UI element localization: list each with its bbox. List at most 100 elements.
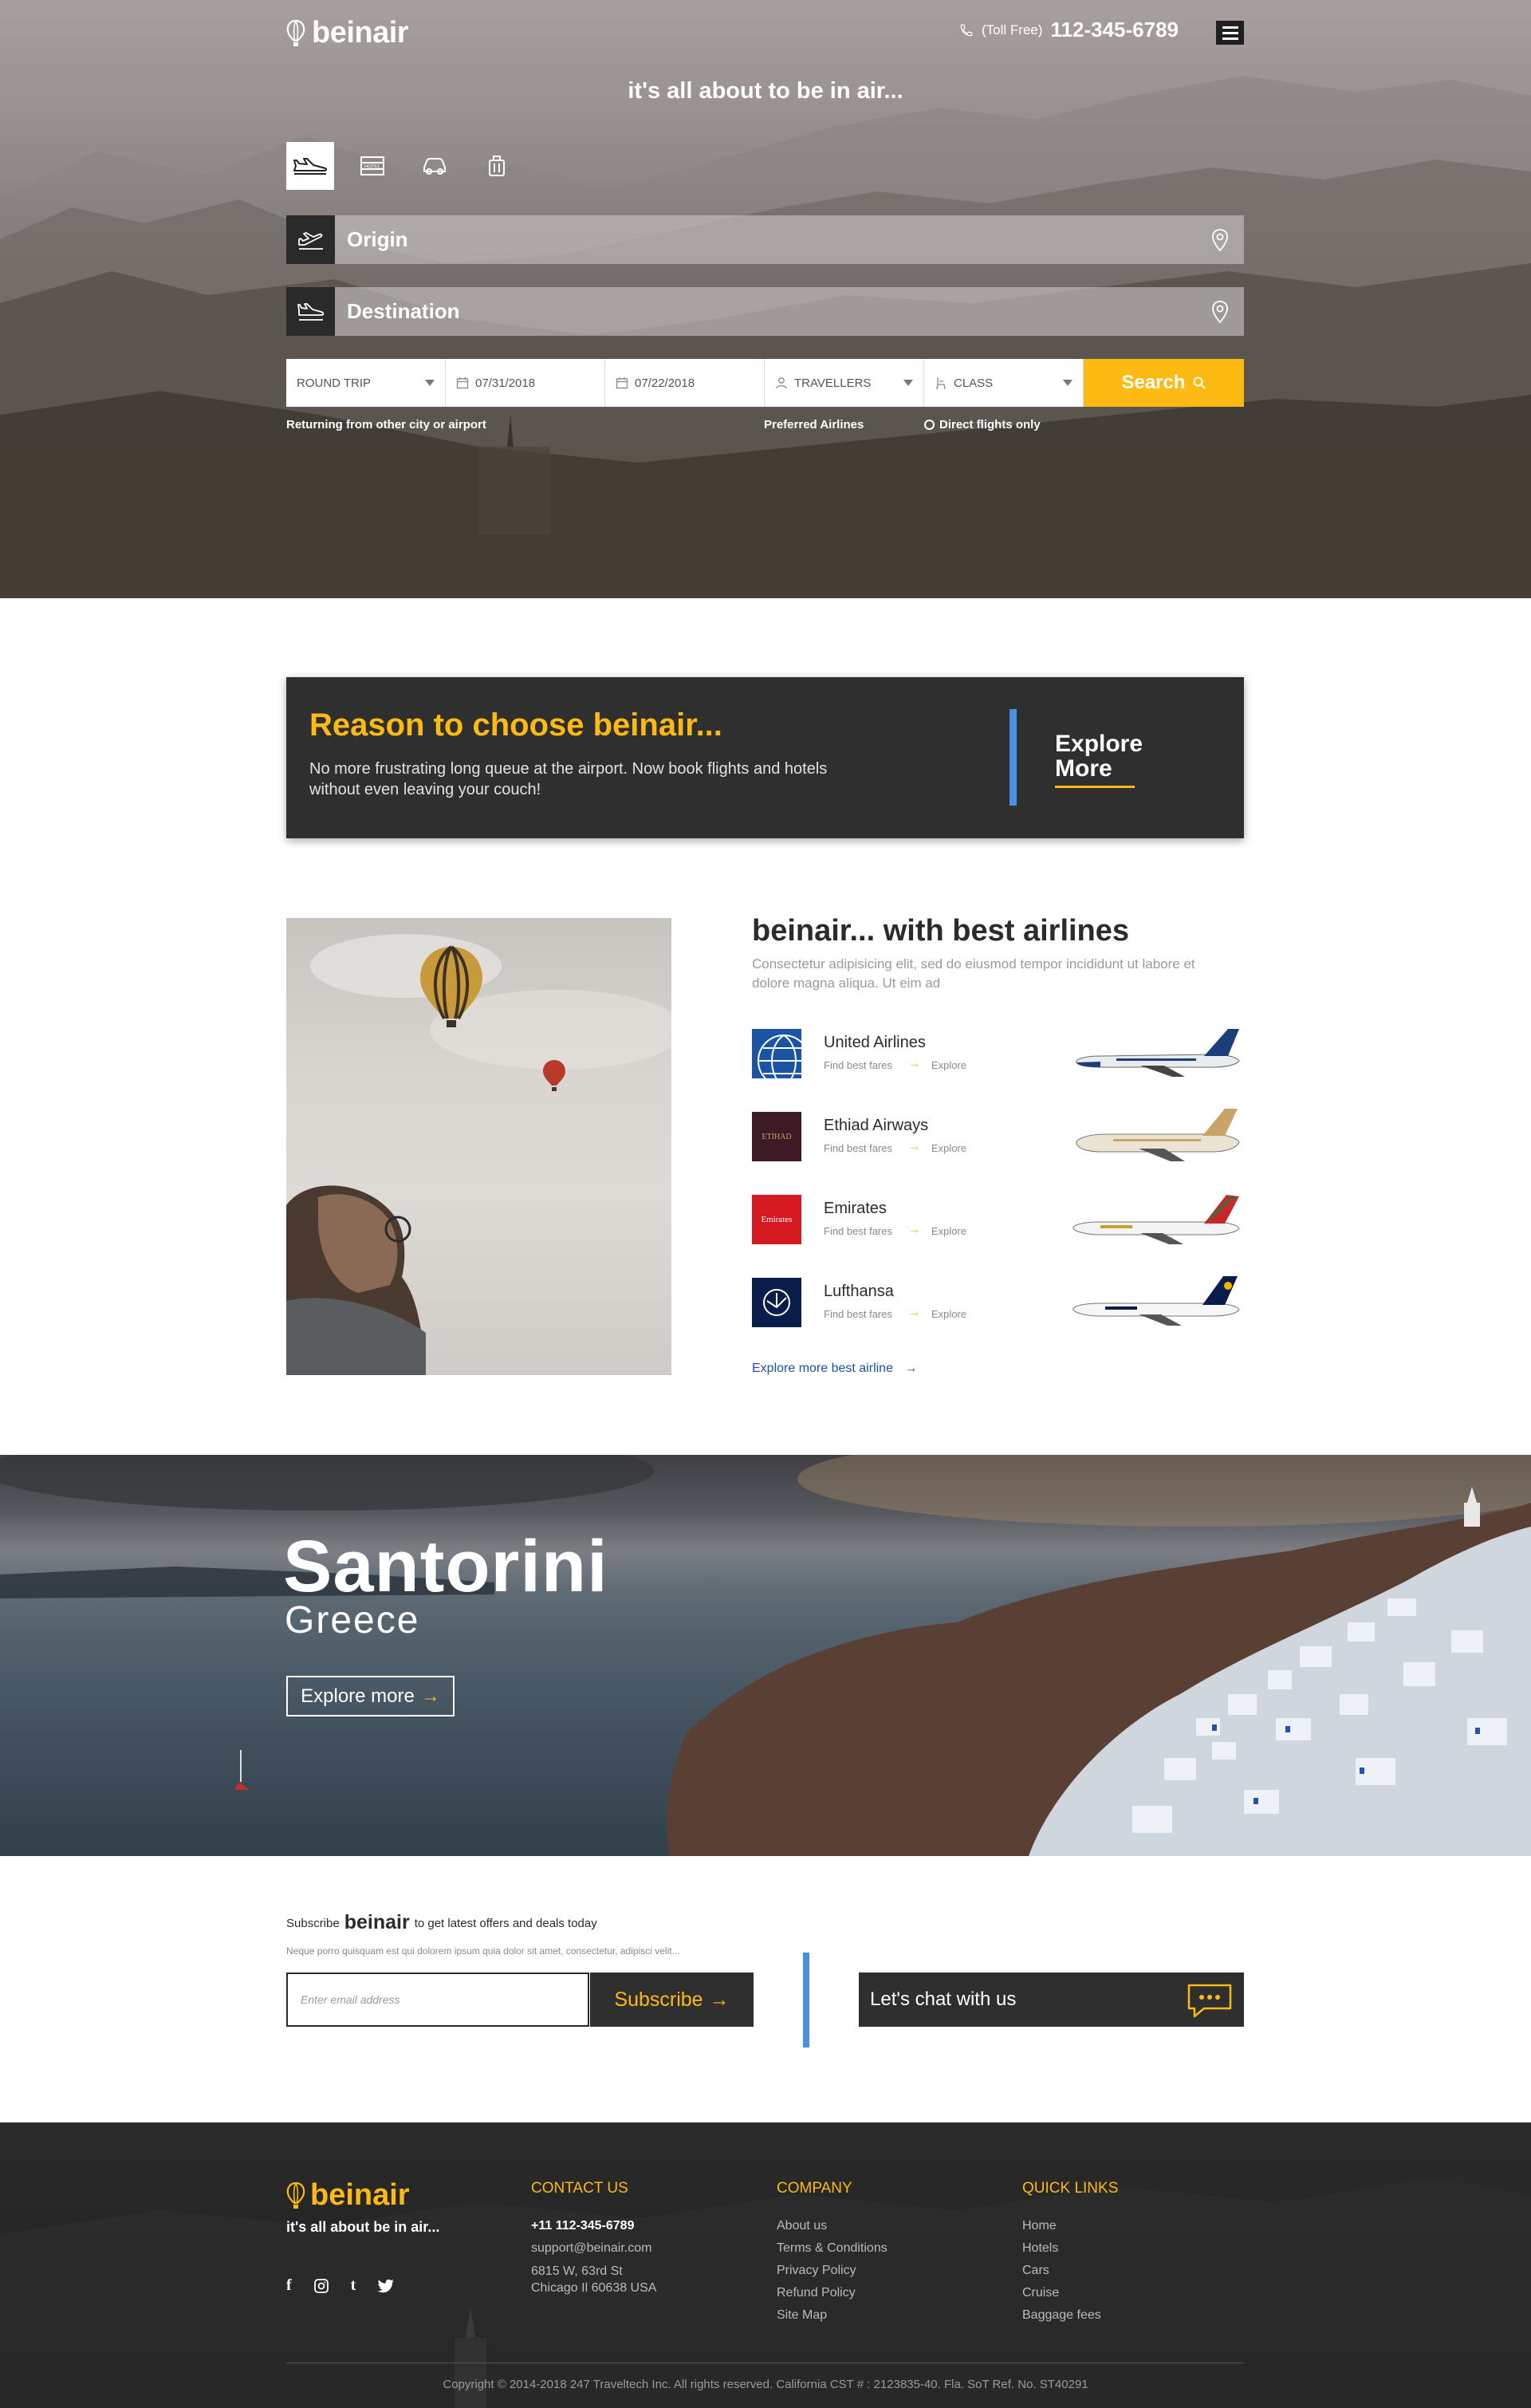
airline-item-emirates[interactable]: Emirates Emirates Find best fares → Expl… (752, 1190, 1244, 1246)
email-field[interactable]: Enter email address (286, 1973, 589, 2027)
toll-free-label: (Toll Free) (982, 22, 1043, 37)
arrow-right-icon: → (420, 1685, 440, 1707)
trip-type-value: ROUND TRIP (297, 376, 372, 390)
landing-icon (286, 287, 335, 336)
subscribe-button[interactable]: Subscribe → (590, 1973, 754, 2027)
toll-free-phone[interactable]: (Toll Free) 112-345-6789 (959, 18, 1179, 42)
flight-icon (293, 158, 328, 175)
footer-logo[interactable]: beinair (286, 2178, 410, 2213)
tab-flights[interactable] (286, 142, 334, 190)
returning-other-city-link[interactable]: Returning from other city or airport (286, 418, 486, 432)
explore-more-airlines-link[interactable]: Explore more best airline → (752, 1362, 917, 1376)
footer-quick-links-column: QUICK LINKS Home Hotels Cars Cruise Bagg… (1022, 2180, 1118, 2327)
destination-field[interactable]: Destination (286, 287, 1244, 336)
facebook-icon[interactable]: f (286, 2276, 292, 2295)
user-icon (776, 377, 787, 389)
airline-explore-link[interactable]: Explore (931, 1142, 966, 1154)
tab-cars[interactable] (411, 142, 459, 190)
airline-explore-link[interactable]: Explore (931, 1059, 966, 1071)
explore-more-line2: More (1055, 755, 1112, 782)
search-icon (1193, 376, 1206, 389)
explore-more-link[interactable]: Explore More (1055, 731, 1143, 781)
explore-underline (1055, 786, 1135, 788)
airline-item-united[interactable]: United Airlines Find best fares → Explor… (752, 1024, 1244, 1080)
footer-contact-column: CONTACT US +11 112-345-6789 support@bein… (531, 2180, 656, 2296)
airline-explore-link[interactable]: Explore (931, 1308, 966, 1320)
santorini-background (0, 1455, 1531, 1856)
emirates-logo: Emirates (752, 1195, 801, 1244)
destination-country: Greece (285, 1599, 420, 1641)
reason-banner: Reason to choose beinair... No more frus… (286, 677, 1244, 838)
arrow-right-icon: → (907, 1057, 920, 1070)
footer-link-hotels[interactable]: Hotels (1022, 2237, 1118, 2260)
chevron-down-icon (903, 380, 913, 386)
destination-input[interactable]: Destination (335, 287, 1196, 336)
explore-more-airlines-label: Explore more best airline (752, 1362, 893, 1375)
twitter-icon[interactable] (377, 2279, 395, 2293)
footer-link-baggage[interactable]: Baggage fees (1022, 2304, 1118, 2327)
return-date-field[interactable]: 07/22/2018 (605, 359, 765, 407)
united-logo (752, 1029, 801, 1078)
balloon-photo (286, 918, 671, 1375)
search-button[interactable]: Search (1084, 359, 1244, 407)
divider (1010, 709, 1017, 806)
tab-hotels[interactable]: HOTEL (348, 142, 396, 190)
depart-date-field[interactable]: 07/31/2018 (446, 359, 605, 407)
copyright: Copyright © 2014-2018 247 Traveltech Inc… (443, 2378, 1088, 2391)
balloon-icon (286, 2181, 305, 2209)
search-button-label: Search (1121, 372, 1186, 393)
footer-link-cars[interactable]: Cars (1022, 2260, 1118, 2282)
contact-email[interactable]: support@beinair.com (531, 2237, 656, 2260)
takeoff-icon (286, 215, 335, 264)
footer-link-refund[interactable]: Refund Policy (777, 2282, 888, 2304)
airline-explore-link[interactable]: Explore (931, 1225, 966, 1237)
booking-mode-tabs: HOTEL (286, 142, 521, 190)
arrow-right-icon: → (904, 1362, 918, 1375)
find-fares-label: Find best fares (824, 1142, 892, 1154)
location-pin-icon[interactable] (1196, 215, 1244, 264)
preferred-airlines-link[interactable]: Preferred Airlines (764, 418, 864, 432)
contact-phone[interactable]: +11 112-345-6789 (531, 2215, 656, 2237)
class-select[interactable]: CLASS (924, 359, 1084, 407)
reason-title: Reason to choose beinair... (309, 707, 722, 743)
footer-link-sitemap[interactable]: Site Map (777, 2304, 888, 2327)
airline-item-lufthansa[interactable]: Lufthansa Find best fares → Explore (752, 1273, 1244, 1329)
footer-link-cruise[interactable]: Cruise (1022, 2282, 1118, 2304)
travellers-select[interactable]: TRAVELLERS (765, 359, 924, 407)
lufthansa-plane-icon (1072, 1276, 1240, 1326)
etihad-plane-icon (1076, 1109, 1240, 1161)
reason-description: No more frustrating long queue at the ai… (309, 760, 828, 798)
instagram-icon[interactable] (313, 2278, 329, 2294)
phone-number: 112-345-6789 (1050, 18, 1179, 41)
subscribe-brand: beinair (344, 1911, 410, 1933)
trip-type-select[interactable]: ROUND TRIP (286, 359, 446, 407)
chat-button[interactable]: Let's chat with us (859, 1973, 1244, 2027)
airline-name: Ethiad Airways (824, 1117, 929, 1134)
direct-flights-toggle[interactable]: Direct flights only (924, 418, 1041, 432)
footer-company-column: COMPANY About us Terms & Conditions Priv… (777, 2180, 888, 2327)
hotel-icon: HOTEL (360, 156, 384, 175)
direct-flights-label: Direct flights only (939, 418, 1041, 432)
seat-icon (936, 377, 946, 390)
tumblr-icon[interactable]: t (351, 2276, 356, 2295)
radio-icon[interactable] (924, 420, 935, 430)
footer-link-home[interactable]: Home (1022, 2215, 1118, 2237)
airline-item-etihad[interactable]: ETIHAD Ethiad Airways Find best fares → … (752, 1107, 1244, 1163)
location-pin-icon[interactable] (1196, 287, 1244, 336)
footer-tagline: it's all about be in air... (286, 2219, 440, 2235)
contact-address-line2: Chicago Il 60638 USA (531, 2281, 657, 2295)
footer-link-privacy[interactable]: Privacy Policy (777, 2260, 888, 2282)
etihad-logo-text: ETIHAD (762, 1132, 792, 1141)
destination-city: Santorini (283, 1526, 608, 1607)
tab-luggage[interactable] (473, 142, 521, 190)
contact-heading: CONTACT US (531, 2180, 628, 2197)
footer-link-about[interactable]: About us (777, 2215, 888, 2237)
chat-bubble-icon (1187, 1984, 1232, 2018)
footer-link-terms[interactable]: Terms & Conditions (777, 2237, 888, 2260)
origin-input[interactable]: Origin (335, 215, 1196, 264)
menu-button[interactable] (1216, 21, 1244, 45)
logo[interactable]: beinair (286, 16, 409, 50)
social-links: f t (286, 2276, 395, 2295)
explore-destination-button[interactable]: Explore more → (286, 1676, 455, 1716)
origin-field[interactable]: Origin (286, 215, 1244, 264)
